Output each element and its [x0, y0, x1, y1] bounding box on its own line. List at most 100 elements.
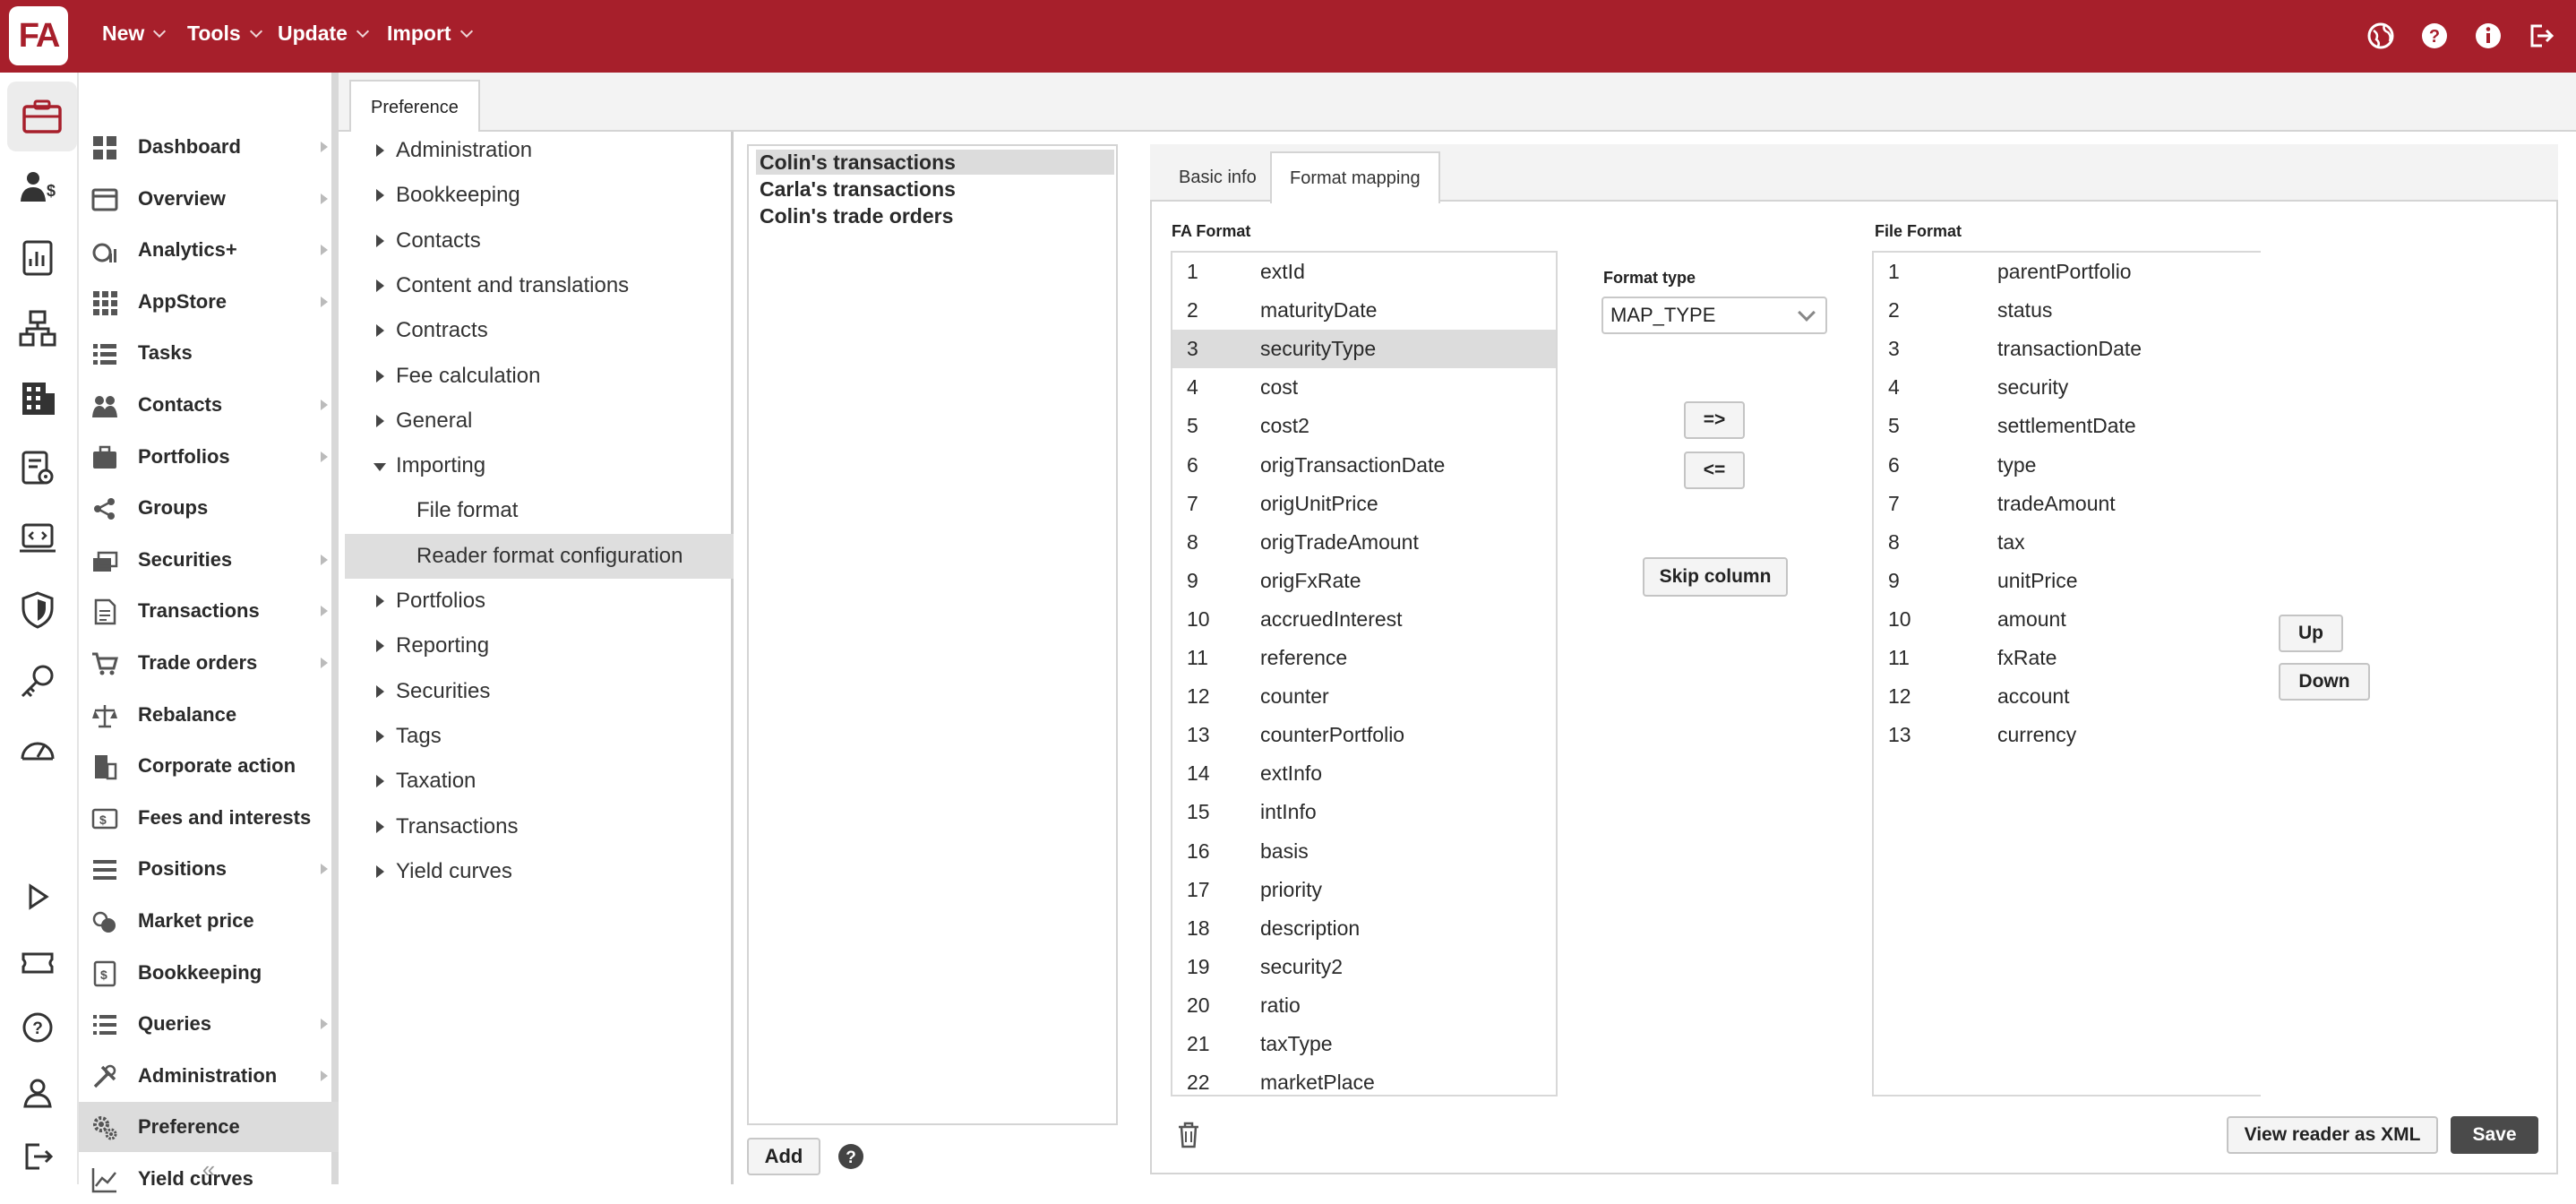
- sidebar-item-bookkeeping[interactable]: $ Bookkeeping: [79, 948, 339, 998]
- file-format-row[interactable]: 9 unitPrice: [1874, 562, 2261, 600]
- sidebar-item-contacts[interactable]: Contacts: [79, 380, 339, 430]
- expand-triangle-icon[interactable]: [376, 324, 384, 338]
- sidebar-item-overview[interactable]: Overview: [79, 174, 339, 224]
- trash-icon[interactable]: [1176, 1121, 1201, 1149]
- expand-triangle-icon[interactable]: [376, 279, 384, 292]
- file-format-row[interactable]: 7 tradeAmount: [1874, 485, 2261, 523]
- tree-node-contacts[interactable]: Contacts: [345, 219, 734, 263]
- expand-triangle-icon[interactable]: [376, 684, 384, 698]
- rail-code-icon[interactable]: [11, 512, 64, 565]
- sidebar-item-analytics[interactable]: Analytics+: [79, 225, 339, 275]
- collapse-triangle-icon[interactable]: [374, 463, 386, 472]
- expand-triangle-icon[interactable]: [376, 369, 384, 383]
- fa-format-row[interactable]: 11 reference: [1172, 639, 1556, 677]
- tree-node-reader-format-configuration[interactable]: Reader format configuration: [345, 533, 734, 579]
- fa-format-row[interactable]: 8 origTradeAmount: [1172, 523, 1556, 562]
- file-format-row[interactable]: 5 settlementDate: [1874, 407, 2261, 445]
- file-format-row[interactable]: 6 type: [1874, 446, 2261, 485]
- file-format-row[interactable]: 3 transactionDate: [1874, 330, 2261, 368]
- rail-user-icon[interactable]: [11, 1065, 64, 1119]
- sidebar-item-securities[interactable]: Securities: [79, 535, 339, 585]
- expand-triangle-icon[interactable]: [376, 189, 384, 202]
- menu-update[interactable]: Update: [278, 22, 370, 46]
- map-left-button[interactable]: <=: [1684, 452, 1745, 489]
- expand-triangle-icon[interactable]: [376, 414, 384, 427]
- file-format-row[interactable]: 8 tax: [1874, 523, 2261, 562]
- fa-format-row[interactable]: 5 cost2: [1172, 407, 1556, 445]
- rail-reports-icon[interactable]: [11, 230, 64, 284]
- view-xml-button[interactable]: View reader as XML: [2227, 1116, 2438, 1154]
- rail-key-icon[interactable]: [11, 655, 64, 709]
- tree-node-general[interactable]: General: [345, 399, 734, 443]
- reader-item[interactable]: Colin's trade orders: [756, 203, 1114, 228]
- menu-tools[interactable]: Tools: [187, 22, 262, 46]
- file-format-row[interactable]: 13 currency: [1874, 716, 2261, 754]
- sidebar-item-transactions[interactable]: Transactions: [79, 586, 339, 636]
- fa-format-row[interactable]: 10 accruedInterest: [1172, 600, 1556, 639]
- rail-play-icon[interactable]: [11, 870, 64, 924]
- sidebar-item-administration[interactable]: Administration: [79, 1051, 339, 1101]
- file-format-row[interactable]: 4 security: [1874, 368, 2261, 407]
- format-type-select[interactable]: MAP_TYPE: [1601, 297, 1827, 334]
- rail-logout-icon[interactable]: [11, 1130, 64, 1183]
- fa-format-row[interactable]: 15 intInfo: [1172, 793, 1556, 831]
- tree-node-reporting[interactable]: Reporting: [345, 624, 734, 668]
- help-icon[interactable]: ?: [837, 1142, 865, 1171]
- menu-import[interactable]: Import: [387, 22, 473, 46]
- tree-node-fee-calculation[interactable]: Fee calculation: [345, 354, 734, 399]
- rail-ticket-icon[interactable]: [11, 936, 64, 990]
- tree-node-securities[interactable]: Securities: [345, 669, 734, 714]
- tree-node-tags[interactable]: Tags: [345, 714, 734, 759]
- tree-node-bookkeeping[interactable]: Bookkeeping: [345, 173, 734, 218]
- sidebar-item-tasks[interactable]: Tasks: [79, 328, 339, 378]
- collapse-sidebar-button[interactable]: «: [79, 1156, 339, 1184]
- fa-format-row[interactable]: 2 maturityDate: [1172, 291, 1556, 330]
- fa-format-row[interactable]: 4 cost: [1172, 368, 1556, 407]
- tree-node-taxation[interactable]: Taxation: [345, 759, 734, 804]
- file-format-row[interactable]: 1 parentPortfolio: [1874, 253, 2261, 291]
- fa-format-row[interactable]: 13 counterPortfolio: [1172, 716, 1556, 754]
- up-button[interactable]: Up: [2279, 615, 2343, 652]
- fa-format-row[interactable]: 20 ratio: [1172, 986, 1556, 1025]
- tab-basic-info[interactable]: Basic info: [1161, 151, 1275, 203]
- fa-format-row[interactable]: 22 marketPlace: [1172, 1063, 1556, 1095]
- fa-format-row[interactable]: 17 priority: [1172, 871, 1556, 909]
- sidebar-item-corporate-action[interactable]: Corporate action: [79, 741, 339, 791]
- tree-node-administration[interactable]: Administration: [345, 128, 734, 173]
- rail-help-icon[interactable]: ?: [11, 1001, 64, 1054]
- tree-node-importing[interactable]: Importing: [345, 443, 734, 488]
- fa-format-row[interactable]: 18 description: [1172, 909, 1556, 948]
- menu-new[interactable]: New: [102, 22, 167, 46]
- reader-item[interactable]: Colin's transactions: [756, 150, 1114, 175]
- fa-format-row[interactable]: 14 extInfo: [1172, 754, 1556, 793]
- fa-format-row[interactable]: 12 counter: [1172, 677, 1556, 716]
- sidebar-item-market-price[interactable]: Market price: [79, 896, 339, 946]
- tree-node-yield-curves[interactable]: Yield curves: [345, 849, 734, 894]
- rail-portfolio-manager-icon[interactable]: [7, 82, 77, 151]
- expand-triangle-icon[interactable]: [376, 234, 384, 247]
- fa-format-row[interactable]: 7 origUnitPrice: [1172, 485, 1556, 523]
- map-right-button[interactable]: =>: [1684, 401, 1745, 439]
- expand-triangle-icon[interactable]: [376, 820, 384, 833]
- fa-format-row[interactable]: 21 taxType: [1172, 1025, 1556, 1063]
- file-format-row[interactable]: 2 status: [1874, 291, 2261, 330]
- expand-triangle-icon[interactable]: [376, 864, 384, 878]
- fa-logo[interactable]: FA: [9, 6, 68, 65]
- sidebar-item-dashboard[interactable]: Dashboard: [79, 122, 339, 172]
- add-button[interactable]: Add: [747, 1138, 820, 1175]
- tree-node-transactions[interactable]: Transactions: [345, 804, 734, 849]
- tree-node-contracts[interactable]: Contracts: [345, 308, 734, 353]
- fa-format-row[interactable]: 1 extId: [1172, 253, 1556, 291]
- sidebar-item-trade-orders[interactable]: Trade orders: [79, 638, 339, 688]
- expand-triangle-icon[interactable]: [376, 595, 384, 607]
- reader-item[interactable]: Carla's transactions: [756, 176, 1114, 202]
- logout-icon[interactable]: [2524, 20, 2556, 52]
- expand-triangle-icon[interactable]: [376, 729, 384, 743]
- file-format-row[interactable]: 12 account: [1874, 677, 2261, 716]
- help-icon[interactable]: ?: [2418, 20, 2451, 52]
- rail-organization-icon[interactable]: [11, 302, 64, 356]
- expand-triangle-icon[interactable]: [376, 144, 384, 157]
- tree-node-content-and-translations[interactable]: Content and translations: [345, 263, 734, 308]
- tab-preference[interactable]: Preference: [349, 80, 480, 133]
- rail-gauge-icon[interactable]: [11, 725, 64, 778]
